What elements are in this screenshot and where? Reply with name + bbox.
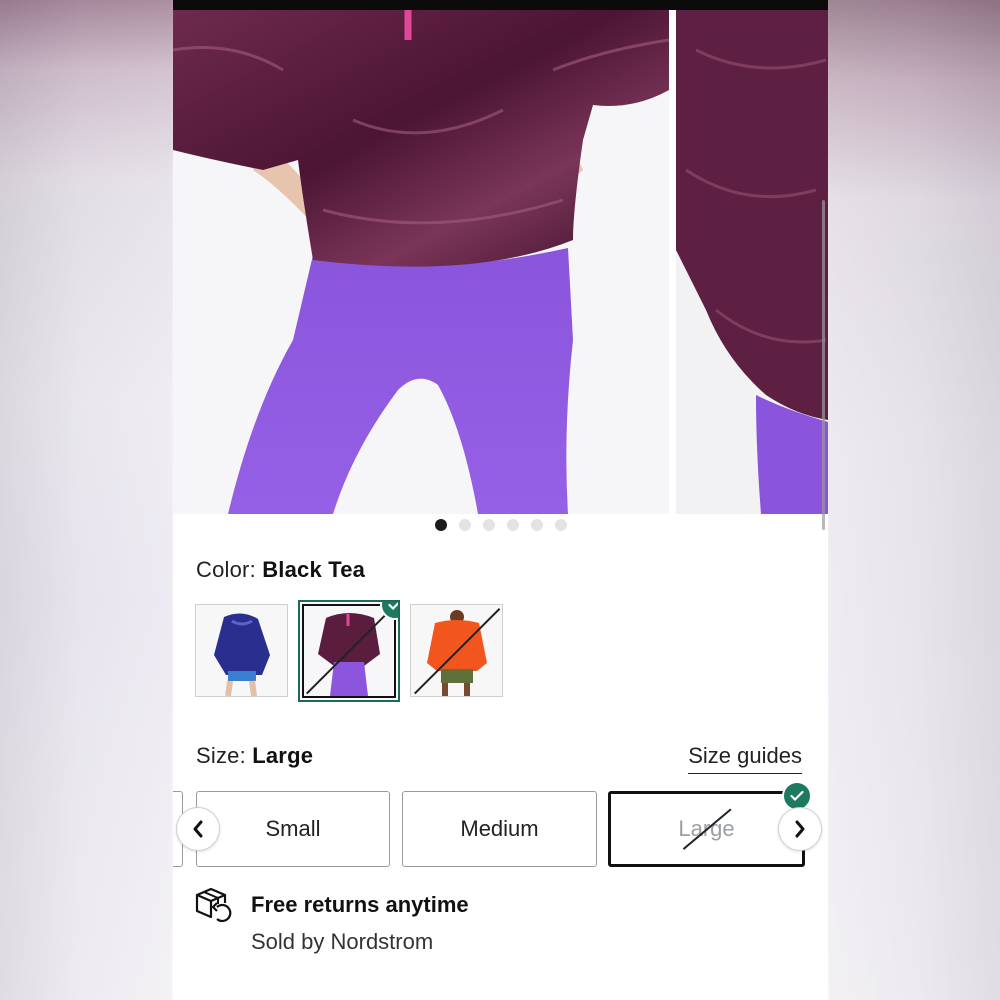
pagination-dot[interactable] [482, 519, 495, 531]
size-option-large[interactable]: Large [608, 791, 805, 867]
size-option-list: Small Medium Large [173, 781, 828, 869]
pagination-dot[interactable] [434, 519, 447, 531]
product-image-main[interactable] [173, 10, 669, 514]
product-photo-side [676, 10, 828, 514]
blue-swatch-image [196, 605, 287, 696]
color-swatch-blue[interactable] [195, 604, 288, 697]
chevron-right-icon [795, 820, 805, 838]
box-return-icon [195, 887, 232, 923]
product-image-next[interactable] [676, 10, 828, 514]
pagination-dot[interactable] [506, 519, 519, 531]
returns-info: Free returns anytime Sold by Nordstrom [193, 883, 793, 963]
gallery-pagination [173, 519, 828, 533]
size-guides-link[interactable]: Size guides [688, 743, 802, 774]
returns-title: Free returns anytime [251, 892, 469, 917]
product-screen: Color: Black Tea Size: Large Size guides… [173, 0, 828, 1000]
color-label-row: Color: Black Tea [196, 557, 365, 583]
product-image-gallery[interactable] [173, 10, 828, 514]
product-photo-front [173, 10, 669, 514]
selected-size-name: Large [252, 743, 314, 768]
size-label-row: Size: Large [196, 743, 313, 769]
color-label: Color: [196, 557, 256, 582]
pagination-dot[interactable] [530, 519, 543, 531]
swatch-inner [302, 604, 396, 698]
pagination-dot[interactable] [554, 519, 567, 531]
scroll-right-button[interactable] [778, 807, 822, 851]
color-swatch-black-tea[interactable] [298, 600, 400, 702]
pagination-dot[interactable] [458, 519, 471, 531]
size-label: Size: [196, 743, 246, 768]
scroll-left-button[interactable] [176, 807, 220, 851]
status-bar [173, 0, 828, 10]
background-blur-right [828, 0, 1000, 1000]
color-swatch-list [195, 600, 503, 702]
selected-color-name: Black Tea [262, 557, 366, 582]
background-blur-left [0, 0, 173, 1000]
color-swatch-orange[interactable] [410, 604, 503, 697]
size-option-medium[interactable]: Medium [402, 791, 597, 867]
seller-info: Sold by Nordstrom [251, 929, 434, 954]
size-option-small[interactable]: Small [196, 791, 390, 867]
chevron-left-icon [193, 820, 203, 838]
vertical-scrollbar[interactable] [822, 200, 825, 530]
